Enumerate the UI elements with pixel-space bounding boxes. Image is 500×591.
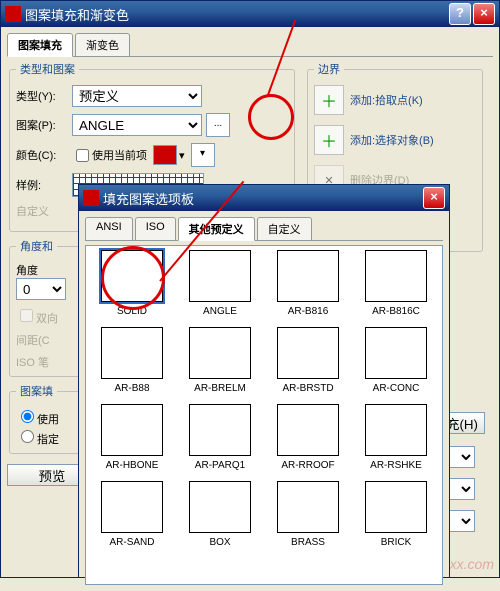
main-help-icon[interactable]: ?	[449, 3, 471, 25]
pattern-select[interactable]: ANGLE	[72, 114, 202, 136]
type-label: 类型(Y):	[16, 88, 72, 104]
pattern-item-arb88[interactable]: AR-B88	[90, 327, 174, 394]
main-close-icon[interactable]: ×	[473, 3, 495, 25]
group-origin: 图案填 使用 指定	[9, 383, 83, 454]
pattern-item-arsand[interactable]: AR-SAND	[90, 481, 174, 548]
pattern-item-angle[interactable]: ANGLE	[178, 250, 262, 317]
pattern-item-arparq1[interactable]: AR-PARQ1	[178, 404, 262, 471]
color-swatch[interactable]	[153, 145, 177, 165]
pattern-item-solid[interactable]: SOLID	[90, 250, 174, 317]
add-pick-label: 添加:拾取点(K)	[350, 92, 423, 108]
palette-close-icon[interactable]: ×	[423, 187, 445, 209]
pattern-label: 图案(P):	[16, 117, 72, 133]
angle-select[interactable]: 0	[16, 278, 66, 300]
palette-title: 填充图案选项板	[103, 189, 423, 208]
pattern-item-brass[interactable]: BRASS	[266, 481, 350, 548]
pattern-item-arconc[interactable]: AR-CONC	[354, 327, 438, 394]
app-icon	[83, 190, 99, 206]
pattern-browse-button[interactable]: ...	[206, 113, 230, 137]
main-title: 图案填充和渐变色	[25, 5, 449, 24]
specify-origin-radio[interactable]	[21, 430, 34, 443]
use-origin-label: 使用	[37, 414, 59, 426]
pattern-item-arb816[interactable]: AR-B816	[266, 250, 350, 317]
plus-icon: ＋	[321, 88, 337, 112]
pattern-item-arb816c[interactable]: AR-B816C	[354, 250, 438, 317]
pattern-item-arbrstd[interactable]: AR-BRSTD	[266, 327, 350, 394]
add-select-label: 添加:选择对象(B)	[350, 132, 434, 148]
app-icon	[5, 6, 21, 22]
use-current-checkbox[interactable]	[76, 149, 89, 162]
tab-gradient[interactable]: 渐变色	[75, 33, 130, 56]
sample-label: 样例:	[16, 177, 72, 193]
pattern-item-brick[interactable]: BRICK	[354, 481, 438, 548]
pattern-item-box[interactable]: BOX	[178, 481, 262, 548]
custom-label: 自定义	[16, 203, 72, 219]
spec-origin-label: 指定	[37, 434, 59, 446]
use-current-label: 使用当前项	[92, 147, 147, 163]
palette-titlebar: 填充图案选项板 ×	[79, 185, 449, 211]
pattern-item-arbrelm[interactable]: AR-BRELM	[178, 327, 262, 394]
pattern-item-arrroof[interactable]: AR-RROOF	[266, 404, 350, 471]
type-select[interactable]: 预定义	[72, 85, 202, 107]
plus-icon: ＋	[321, 128, 337, 152]
main-titlebar: 图案填充和渐变色 ? ×	[1, 1, 499, 27]
tab-ansi[interactable]: ANSI	[85, 217, 133, 240]
legend-type: 类型和图案	[16, 61, 79, 77]
use-current-origin-radio[interactable]	[21, 410, 34, 423]
tab-hatch[interactable]: 图案填充	[7, 33, 73, 57]
double-checkbox[interactable]	[20, 309, 33, 322]
color-more-button[interactable]: ▾	[191, 143, 215, 167]
palette-dialog: 填充图案选项板 × ANSI ISO 其他预定义 自定义 SOLID ANGLE…	[78, 184, 450, 578]
tab-iso[interactable]: ISO	[135, 217, 176, 240]
iso-pen-label: ISO 笔	[16, 354, 76, 370]
color-label: 颜色(C):	[16, 147, 72, 163]
add-select-button[interactable]: ＋	[314, 125, 344, 155]
legend-boundary: 边界	[314, 61, 344, 77]
main-tabs: 图案填充 渐变色	[7, 33, 493, 57]
group-angle: 角度和 角度 0 双向 间距(C ISO 笔	[9, 238, 83, 377]
double-label: 双向	[36, 313, 58, 325]
pattern-item-arrshke[interactable]: AR-RSHKE	[354, 404, 438, 471]
tab-custom[interactable]: 自定义	[257, 217, 312, 240]
angle-label: 角度	[16, 262, 76, 278]
palette-tabs: ANSI ISO 其他预定义 自定义	[85, 217, 443, 241]
legend-origin: 图案填	[16, 383, 57, 399]
add-pick-button[interactable]: ＋	[314, 85, 344, 115]
legend-angle: 角度和	[16, 238, 57, 254]
pattern-palette: SOLID ANGLE AR-B816 AR-B816C AR-B88 AR-B…	[85, 245, 443, 585]
spacing-label: 间距(C	[16, 332, 76, 348]
tab-other[interactable]: 其他预定义	[178, 217, 255, 241]
pattern-item-arhbone[interactable]: AR-HBONE	[90, 404, 174, 471]
